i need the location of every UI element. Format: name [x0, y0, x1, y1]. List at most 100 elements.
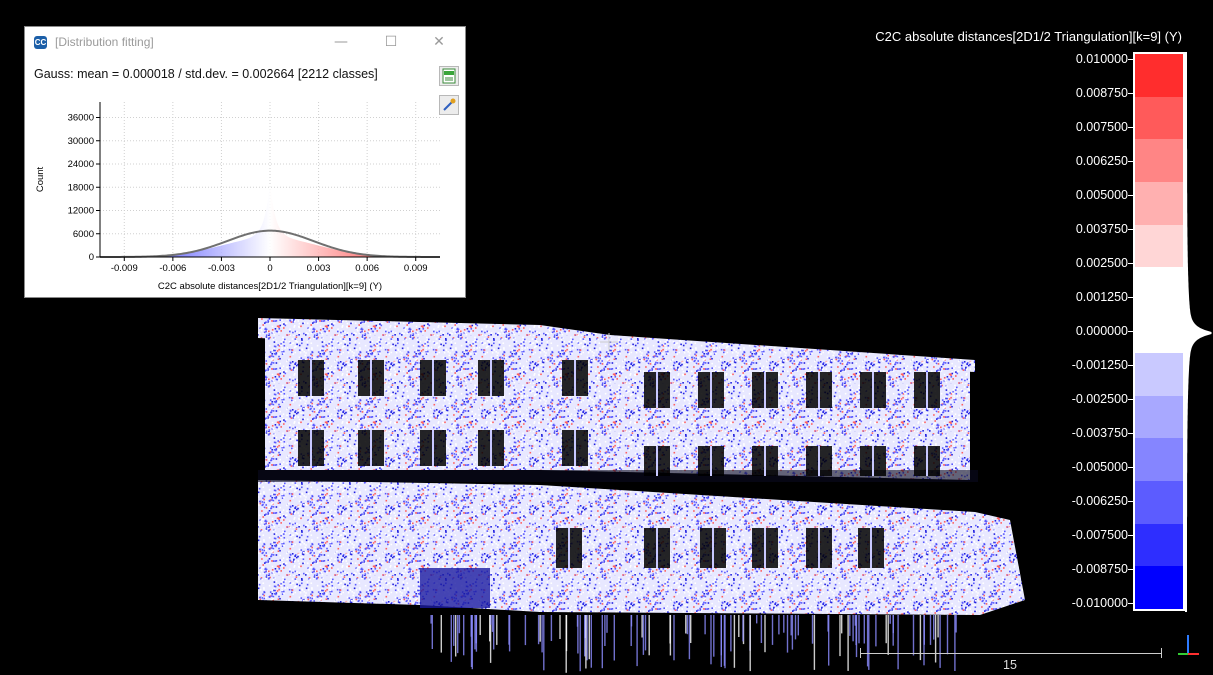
window-mullion [432, 360, 434, 396]
lower-points [811, 615, 814, 644]
color-scale-tick-mark [1128, 331, 1133, 332]
window-mullion [490, 430, 492, 466]
entrance [420, 568, 490, 608]
window-mullion [432, 430, 434, 466]
color-scale-tick-label: -0.008750 [1071, 562, 1128, 576]
building-facade [258, 318, 1025, 673]
color-scale-segment [1135, 182, 1183, 226]
lower-points [730, 615, 732, 652]
color-scale-tick-label: 0.006250 [1075, 154, 1128, 168]
color-scale-tick-mark [1128, 263, 1133, 264]
y-tick-label: 36000 [68, 113, 94, 124]
color-scale-tick-label: -0.001250 [1071, 358, 1128, 372]
window-mullion [574, 360, 576, 396]
window-mullion [574, 430, 576, 466]
ground-facade [258, 480, 1025, 615]
color-scale-tick-label: -0.005000 [1071, 460, 1128, 474]
y-tick-label: 12000 [68, 206, 94, 217]
y-tick-label: 18000 [68, 182, 94, 193]
lower-points [588, 615, 590, 660]
window-mullion [870, 528, 872, 568]
x-tick-label: -0.006 [159, 263, 186, 274]
color-scale-tick-label: 0.000000 [1075, 324, 1128, 338]
lower-points [590, 615, 592, 668]
color-scale-tick-label: 0.002500 [1075, 256, 1128, 270]
y-tick-label: 24000 [68, 159, 94, 170]
color-scale-tick-mark [1128, 195, 1133, 196]
lower-points [537, 615, 540, 645]
y-tick-label: 0 [89, 252, 94, 263]
lower-points [790, 615, 792, 636]
distribution-chart: -0.009 -0.006 -0.003 0 0.003 0.006 0.009 0 6000 1… [35, 102, 440, 292]
lower-points [841, 615, 843, 634]
lower-points [710, 615, 712, 665]
x-tick-label: 0.003 [307, 263, 331, 274]
lower-points [797, 615, 799, 636]
lower-points [723, 615, 726, 666]
color-scale-segment [1135, 54, 1183, 98]
lower-points [839, 615, 841, 657]
x-axis-label: C2C absolute distances[2D1/2 Triangulati… [158, 281, 382, 292]
lower-points [648, 615, 650, 656]
window-mullion [764, 372, 766, 408]
axis-triad-icon [1178, 635, 1199, 655]
lower-points [778, 615, 780, 635]
lower-points [430, 615, 432, 624]
lower-points [686, 615, 689, 635]
color-scale-segment [1135, 139, 1183, 184]
color-scale-tick-label: 0.003750 [1075, 222, 1128, 236]
window-mullion [370, 430, 372, 466]
lower-points [866, 615, 869, 667]
lower-points [946, 615, 949, 655]
window-mullion [764, 446, 766, 476]
lower-points [690, 615, 692, 643]
window-mullion [310, 360, 312, 396]
lower-points [457, 615, 459, 654]
lower-points [783, 615, 785, 633]
lower-points [463, 615, 465, 656]
lower-points [641, 615, 643, 638]
lower-points [749, 615, 751, 672]
lower-points [685, 615, 687, 634]
lower-points [496, 615, 498, 645]
lower-points [644, 615, 647, 651]
lower-points [606, 615, 608, 633]
window-mullion [568, 528, 570, 568]
lower-points [933, 615, 935, 640]
y-axis-label: Count [35, 166, 46, 192]
lower-points [892, 615, 894, 646]
color-scale-tick-label: -0.010000 [1071, 596, 1128, 610]
lower-points [613, 615, 615, 661]
lower-points [704, 615, 706, 635]
histogram-area [100, 183, 440, 257]
lower-points [742, 615, 744, 642]
lower-points [887, 615, 889, 655]
color-scale-segment [1135, 566, 1183, 609]
window-mullion [872, 446, 874, 476]
y-tick-label: 6000 [73, 229, 94, 240]
lower-points [955, 615, 957, 633]
lower-points [863, 615, 865, 644]
color-scale-tick-label: -0.003750 [1071, 426, 1128, 440]
x-tick-label: 0.009 [404, 263, 428, 274]
scale-bar [860, 653, 1162, 654]
lower-points [585, 615, 587, 669]
color-scale-segment [1135, 480, 1183, 525]
lower-points [636, 615, 638, 667]
lower-points [720, 615, 722, 667]
color-scale-segment [1135, 310, 1183, 354]
color-scale-tick-mark [1128, 501, 1133, 502]
lower-points [912, 615, 915, 656]
distribution-fitting-dialog[interactable]: CC [Distribution fitting] — ☐ ✕ Gauss: m… [24, 26, 466, 298]
color-scale-tick-label: 0.010000 [1075, 52, 1128, 66]
window-mullion [370, 360, 372, 396]
color-scale-segment [1135, 523, 1183, 568]
lower-points [586, 615, 588, 661]
color-scale-title: C2C absolute distances[2D1/2 Triangulati… [875, 29, 1182, 44]
color-scale-segment [1135, 395, 1183, 440]
color-scale-tick-mark [1128, 127, 1133, 128]
lower-points [508, 615, 511, 652]
lower-points [923, 615, 925, 645]
lower-points [474, 615, 476, 650]
color-scale-tick-mark [1128, 603, 1133, 604]
